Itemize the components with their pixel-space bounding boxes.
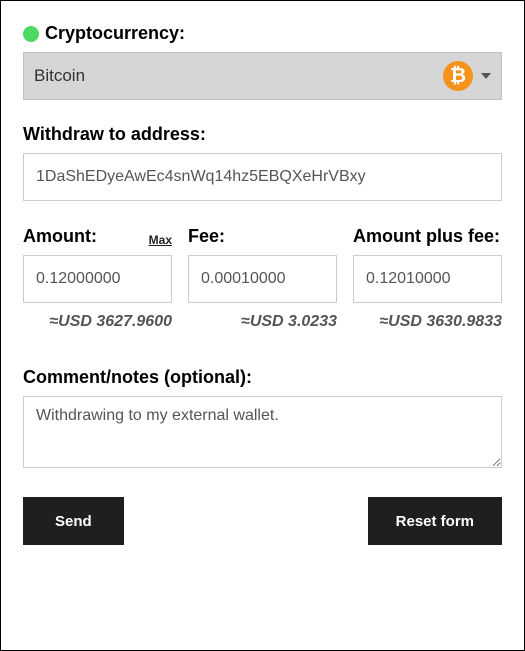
reset-button[interactable]: Reset form — [368, 497, 502, 545]
comment-label-row: Comment/notes (optional): — [23, 367, 502, 388]
crypto-section: Cryptocurrency: Bitcoin ₿ — [23, 23, 502, 100]
max-button[interactable]: Max — [149, 233, 172, 247]
amount-plus-fee-col: Amount plus fee: ≈USD 3630.9833 — [353, 225, 502, 331]
status-dot-icon — [23, 26, 39, 42]
amount-plus-fee-usd: ≈USD 3630.9833 — [353, 313, 502, 331]
bitcoin-icon: ₿ — [443, 61, 473, 91]
fee-label: Fee: — [188, 226, 225, 247]
crypto-label-row: Cryptocurrency: — [23, 23, 502, 44]
amount-label-row: Amount: Max — [23, 225, 172, 247]
amount-input[interactable] — [23, 255, 172, 303]
crypto-label: Cryptocurrency: — [45, 23, 185, 44]
amount-plus-fee-label-row: Amount plus fee: — [353, 225, 502, 247]
amount-usd: ≈USD 3627.9600 — [23, 313, 172, 331]
amount-plus-fee-input[interactable] — [353, 255, 502, 303]
fee-input[interactable] — [188, 255, 337, 303]
address-label: Withdraw to address: — [23, 124, 206, 145]
address-input[interactable] — [23, 153, 502, 201]
send-button[interactable]: Send — [23, 497, 124, 545]
comment-section: Comment/notes (optional): — [23, 367, 502, 473]
fee-col: Fee: ≈USD 3.0233 — [188, 225, 337, 331]
fee-label-row: Fee: — [188, 225, 337, 247]
comment-textarea[interactable] — [23, 396, 502, 468]
crypto-selected-value: Bitcoin — [34, 66, 443, 86]
comment-label: Comment/notes (optional): — [23, 367, 252, 388]
amounts-row: Amount: Max ≈USD 3627.9600 Fee: ≈USD 3.0… — [23, 225, 502, 331]
button-row: Send Reset form — [23, 497, 502, 545]
crypto-select[interactable]: Bitcoin ₿ — [23, 52, 502, 100]
amounts-section: Amount: Max ≈USD 3627.9600 Fee: ≈USD 3.0… — [23, 225, 502, 331]
withdraw-form: Cryptocurrency: Bitcoin ₿ Withdraw to ad… — [0, 0, 525, 651]
amount-plus-fee-label: Amount plus fee: — [353, 226, 500, 247]
fee-usd: ≈USD 3.0233 — [188, 313, 337, 331]
amount-col: Amount: Max ≈USD 3627.9600 — [23, 225, 172, 331]
address-section: Withdraw to address: — [23, 124, 502, 201]
chevron-down-icon — [481, 73, 491, 79]
amount-label: Amount: — [23, 226, 97, 247]
address-label-row: Withdraw to address: — [23, 124, 502, 145]
